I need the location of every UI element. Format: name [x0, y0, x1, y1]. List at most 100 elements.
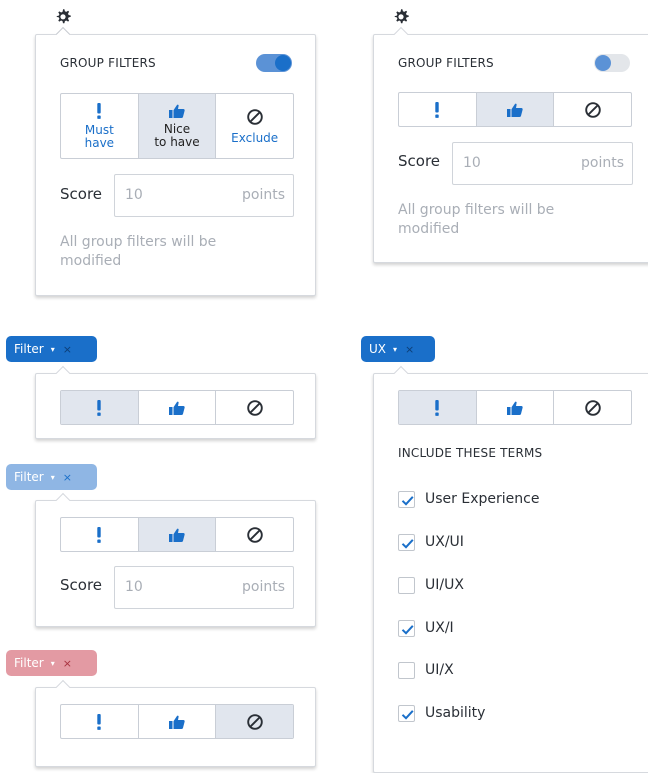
chevron-down-icon[interactable]: ▾	[51, 345, 55, 354]
term-row[interactable]: UI/X	[398, 659, 454, 681]
filter-tag-label: Filter	[14, 656, 44, 670]
score-unit: points	[242, 579, 285, 595]
chevron-down-icon[interactable]: ▾	[51, 473, 55, 482]
score-value: 10	[125, 579, 143, 595]
thumbs-up-icon	[168, 527, 186, 543]
group-filters-panel: GROUP FILTERS Must have Nice to have Exclu…	[35, 26, 316, 296]
ban-icon	[246, 399, 264, 417]
thumbs-up-icon	[168, 103, 186, 119]
term-label: Usability	[425, 705, 486, 721]
thumbs-up-icon	[168, 400, 186, 416]
group-filters-settings-button-compact[interactable]	[391, 7, 411, 27]
exclude-option[interactable]	[554, 391, 631, 424]
nice-to-have-option[interactable]	[139, 705, 217, 738]
score-value: 10	[463, 155, 481, 171]
must-have-option[interactable]: Must have	[61, 94, 139, 158]
term-label: UX/I	[425, 620, 454, 636]
must-have-option[interactable]	[61, 705, 139, 738]
filter-tag-nice-to-have[interactable]: Filter ▾ ×	[6, 464, 97, 490]
term-row[interactable]: UX/UI	[398, 531, 464, 553]
group-filters-compact-note: All group filters will be modified	[398, 202, 555, 237]
term-checkbox[interactable]	[398, 619, 416, 638]
filter-tag-must-have[interactable]: Filter ▾ ×	[6, 336, 97, 362]
term-row[interactable]: Usability	[398, 702, 485, 724]
score-input[interactable]: 10 points	[114, 566, 294, 609]
ban-icon	[584, 101, 602, 119]
term-checkbox[interactable]	[398, 661, 415, 679]
group-filters-note: All group filters will be modified	[60, 234, 217, 269]
nice-to-have-option[interactable]	[138, 518, 217, 551]
check-icon	[399, 492, 416, 509]
chevron-down-icon[interactable]: ▾	[393, 345, 397, 354]
nice-to-have-option[interactable]	[139, 391, 217, 424]
term-label: UI/X	[425, 662, 454, 678]
score-input[interactable]: 10 points	[114, 174, 294, 217]
term-label: User Experience	[425, 491, 540, 507]
must-have-option[interactable]	[399, 391, 477, 424]
priority-selector	[60, 390, 294, 425]
chevron-down-icon[interactable]: ▾	[51, 659, 55, 668]
score-label: Score	[60, 185, 103, 203]
term-checkbox[interactable]	[398, 490, 416, 509]
exclamation-icon	[94, 526, 104, 544]
group-filters-toggle[interactable]	[256, 54, 292, 72]
ban-icon	[584, 399, 602, 417]
priority-selector-compact	[398, 92, 632, 127]
ban-icon	[246, 526, 264, 544]
close-icon[interactable]: ×	[405, 343, 414, 356]
filter-exclude-panel	[35, 679, 316, 767]
exclude-option[interactable]	[554, 93, 631, 126]
term-row[interactable]: UI/UX	[398, 574, 464, 596]
group-filters-compact-toggle[interactable]	[594, 54, 630, 72]
check-icon	[399, 706, 416, 723]
filter-tag-ux[interactable]: UX ▾ ×	[361, 336, 435, 362]
filter-tag-label: Filter	[14, 342, 44, 356]
term-checkbox[interactable]	[398, 533, 416, 552]
filter-nice-to-have-panel: Score 10 points	[35, 492, 316, 627]
exclamation-icon	[94, 713, 104, 731]
check-icon	[399, 621, 416, 638]
group-filters-settings-button[interactable]	[53, 7, 73, 27]
close-icon[interactable]: ×	[63, 657, 72, 670]
ban-icon	[246, 713, 264, 731]
score-label: Score	[398, 152, 441, 170]
term-row[interactable]: UX/I	[398, 617, 454, 639]
score-value: 10	[125, 187, 143, 203]
must-have-option[interactable]	[61, 518, 139, 551]
check-icon	[399, 535, 416, 552]
filter-tag-exclude[interactable]: Filter ▾ ×	[6, 650, 97, 676]
exclude-option[interactable]	[216, 518, 293, 551]
nice-to-have-option[interactable]	[476, 93, 555, 126]
term-label: UI/UX	[425, 577, 464, 593]
nice-to-have-option[interactable]	[477, 391, 555, 424]
score-unit: points	[581, 155, 624, 171]
score-input[interactable]: 10 points	[452, 142, 633, 185]
nice-to-have-option[interactable]: Nice to have	[138, 94, 217, 158]
score-unit: points	[242, 187, 285, 203]
ban-icon	[246, 108, 264, 126]
filter-must-have-panel	[35, 365, 316, 439]
close-icon[interactable]: ×	[63, 471, 72, 484]
priority-selector	[60, 704, 294, 739]
gear-icon	[391, 7, 411, 27]
exclude-option[interactable]	[216, 391, 293, 424]
term-row[interactable]: User Experience	[398, 488, 539, 510]
nice-to-have-label: Nice to have	[154, 122, 200, 149]
must-have-option[interactable]	[61, 391, 139, 424]
exclude-option[interactable]: Exclude	[216, 94, 293, 158]
ux-filter-panel: INCLUDE THESE TERMS User Experience UX/U…	[373, 365, 648, 773]
exclude-label: Exclude	[231, 130, 279, 145]
term-checkbox[interactable]	[398, 576, 415, 594]
close-icon[interactable]: ×	[63, 343, 72, 356]
exclude-option[interactable]	[216, 705, 294, 738]
exclamation-icon	[94, 102, 104, 120]
exclamation-icon	[432, 399, 442, 417]
filter-tag-label: UX	[369, 342, 387, 356]
must-have-option[interactable]	[399, 93, 477, 126]
gear-icon	[53, 7, 73, 27]
group-filters-compact-panel: GROUP FILTERS Score 10 points All group …	[373, 26, 648, 263]
group-filters-compact-title: GROUP FILTERS	[398, 56, 494, 70]
term-checkbox[interactable]	[398, 704, 416, 723]
thumbs-up-icon	[506, 102, 524, 118]
thumbs-up-icon	[506, 400, 524, 416]
